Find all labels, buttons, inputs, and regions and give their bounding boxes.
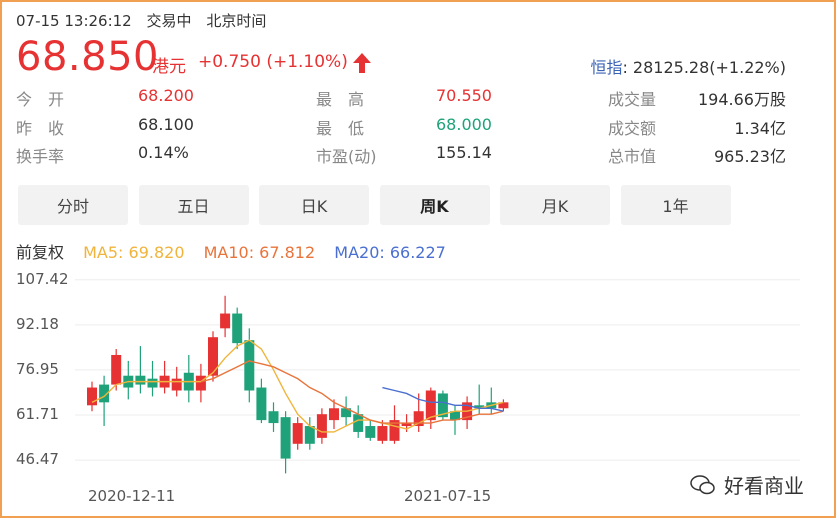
- candle-body[interactable]: [195, 375, 206, 391]
- candle-body[interactable]: [87, 387, 97, 406]
- candle-body[interactable]: [353, 414, 364, 432]
- candle-body[interactable]: [135, 375, 146, 385]
- candle-body[interactable]: [304, 426, 315, 444]
- watermark: 好看商业: [690, 470, 804, 499]
- kline-chart[interactable]: [0, 0, 836, 518]
- candle-body[interactable]: [244, 340, 255, 391]
- watermark-text: 好看商业: [724, 474, 804, 498]
- candle-body[interactable]: [268, 411, 279, 424]
- candle-body[interactable]: [256, 387, 267, 421]
- candle-body[interactable]: [208, 337, 218, 376]
- candle-body[interactable]: [111, 354, 122, 385]
- candle-body[interactable]: [365, 426, 376, 438]
- candle-body[interactable]: [316, 414, 327, 438]
- candle-body[interactable]: [280, 417, 291, 459]
- candle-body[interactable]: [220, 313, 231, 329]
- candle-body[interactable]: [171, 378, 182, 391]
- candle-body[interactable]: [377, 426, 388, 441]
- candle-body[interactable]: [232, 313, 243, 344]
- candle-body[interactable]: [147, 378, 158, 388]
- candle-body[interactable]: [292, 423, 303, 444]
- wechat-icon: [690, 474, 715, 494]
- candle-body[interactable]: [329, 408, 339, 421]
